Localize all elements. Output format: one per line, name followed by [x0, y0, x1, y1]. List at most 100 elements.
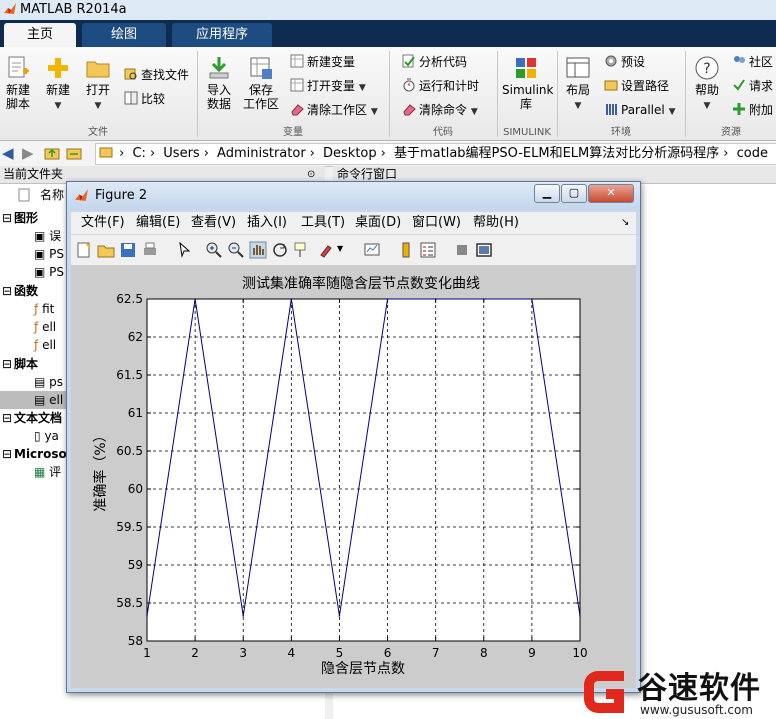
data-point [434, 298, 437, 300]
tab-home[interactable]: 主页 [4, 23, 76, 47]
tree-group-functions[interactable]: 函数 [14, 282, 38, 300]
import-data-button[interactable]: 导入 数据 [203, 55, 235, 111]
new-script-button[interactable]: 新建 脚本 [4, 55, 32, 111]
run-and-time-button[interactable]: 运行和计时 [402, 77, 479, 95]
tree-group-toggle[interactable]: ⊟ [2, 355, 12, 373]
link-plot-icon[interactable] [363, 241, 381, 259]
path-segment[interactable]: Desktop [323, 146, 377, 161]
simulink-library-button[interactable]: Simulink 库 [502, 55, 553, 111]
legend-icon[interactable] [419, 241, 437, 259]
menu-window[interactable]: 窗口(W) [412, 212, 461, 234]
layout-button[interactable]: 布局 ▼ [564, 55, 592, 113]
show-plot-tools-icon[interactable] [475, 241, 493, 259]
list-item[interactable]: ▣ PS [34, 263, 64, 281]
menu-tools[interactable]: 工具(T) [301, 212, 345, 234]
plot-svg[interactable]: 测试集准确率随隐含层节点数变化曲线 1 2 3 4 5 6 7 8 9 10 58 58.5 59 59… [71, 265, 636, 688]
menu-file[interactable]: 文件(F) [81, 212, 125, 234]
path-separator: › [723, 146, 729, 161]
help-button[interactable]: ? 帮助 ▼ [692, 55, 722, 113]
parallel-button[interactable]: Parallel ▼ [604, 101, 675, 119]
compare-label: 比较 [141, 92, 166, 106]
back-arrow-icon[interactable]: ◀ [2, 144, 14, 162]
hide-plot-tools-icon[interactable] [453, 241, 471, 259]
rotate-3d-icon[interactable] [271, 241, 289, 259]
data-point [146, 615, 148, 617]
find-files-button[interactable]: 查找文件 [124, 66, 189, 84]
request-support-button[interactable]: 请求 [732, 77, 773, 95]
chevron-down-icon[interactable]: ▼ [337, 244, 343, 253]
plot-axes-area[interactable] [146, 298, 581, 642]
open-file-icon[interactable] [97, 241, 115, 259]
list-item[interactable]: ▣ PS [34, 245, 64, 263]
new-button[interactable]: 新建 ▼ [44, 55, 72, 113]
preferences-button[interactable]: 预设 [604, 53, 645, 71]
browse-folder-icon[interactable] [66, 145, 82, 161]
data-point [290, 298, 293, 300]
list-item[interactable]: ▯ ya [34, 427, 59, 445]
figure-title-bar[interactable]: Figure 2 ▁ ▢ ✕ [67, 182, 640, 210]
minimize-button[interactable]: ▁ [534, 184, 560, 203]
tree-group-toggle[interactable]: ⊟ [2, 209, 12, 227]
tree-group-toggle[interactable]: ⊟ [2, 445, 12, 463]
tree-group-scripts[interactable]: 脚本 [14, 355, 38, 373]
up-folder-icon[interactable] [44, 145, 60, 161]
path-segment[interactable]: code [737, 146, 768, 161]
list-item[interactable]: ƒ ell [34, 336, 56, 354]
path-segment[interactable]: 基于matlab编程PSO-ELM和ELM算法对比分析源码程序 [394, 146, 719, 161]
path-segment[interactable]: Users [163, 146, 199, 161]
new-variable-button[interactable]: 新建变量 [290, 53, 355, 71]
menu-view[interactable]: 查看(V) [191, 212, 236, 234]
tree-group-figures[interactable]: 图形 [14, 209, 38, 227]
tree-group-microsoft[interactable]: Microso [14, 445, 67, 463]
analyze-code-button[interactable]: 分析代码 [402, 53, 467, 71]
pan-hand-icon[interactable] [249, 241, 267, 259]
figure-file-icon: ▣ [34, 229, 46, 243]
open-button[interactable]: 打开 ▼ [84, 55, 112, 113]
menu-edit[interactable]: 编辑(E) [136, 212, 180, 234]
text-file-icon: ▯ [34, 429, 41, 443]
list-item[interactable]: ▦ 评 [34, 463, 61, 481]
clear-commands-button[interactable]: 清除命令 ▼ [402, 101, 478, 119]
menu-desktop[interactable]: 桌面(D) [355, 212, 401, 234]
zoom-in-icon[interactable] [205, 241, 223, 259]
dock-arrow-icon[interactable]: ↘ [621, 212, 629, 234]
list-item[interactable]: ƒ fit [34, 300, 54, 318]
forward-arrow-icon[interactable]: ▶ [22, 144, 34, 162]
path-segment[interactable]: C: [132, 146, 145, 161]
tree-group-toggle[interactable]: ⊟ [2, 409, 12, 427]
tab-plots[interactable]: 绘图 [82, 23, 166, 47]
brush-icon[interactable] [317, 241, 335, 259]
data-point [194, 298, 196, 300]
new-figure-icon[interactable] [75, 241, 93, 259]
path-segment[interactable]: Administrator [217, 146, 306, 161]
list-item[interactable]: ▣ 误 [34, 227, 61, 245]
clear-workspace-button[interactable]: 清除工作区 ▼ [290, 101, 378, 119]
tab-apps[interactable]: 应用程序 [172, 23, 272, 47]
community-button[interactable]: 社区 [732, 53, 773, 71]
compare-button[interactable]: 比较 [124, 90, 165, 108]
maximize-button[interactable]: ▢ [561, 184, 587, 203]
list-item[interactable]: ▤ ps [34, 373, 63, 391]
add-ons-button[interactable]: 附加 [732, 101, 773, 119]
tree-group-toggle[interactable]: ⊟ [2, 282, 12, 300]
list-item-selected[interactable]: ▤ ell [0, 391, 68, 409]
menu-help[interactable]: 帮助(H) [473, 212, 519, 234]
menu-insert[interactable]: 插入(I) [247, 212, 287, 234]
print-icon[interactable] [141, 241, 159, 259]
close-button[interactable]: ✕ [588, 184, 634, 203]
colorbar-icon[interactable] [397, 241, 415, 259]
current-folder-path[interactable]: › C: › Users › Administrator › Desktop › 基于m… [95, 143, 776, 165]
set-path-button[interactable]: 设置路径 [604, 77, 669, 95]
list-item[interactable]: ƒ ell [34, 318, 56, 336]
figure-window[interactable]: Figure 2 ▁ ▢ ✕ 文件(F) 编辑(E) 查看(V) 插入(I) 工… [66, 181, 641, 693]
data-point [242, 615, 245, 617]
save-workspace-button[interactable]: 保存 工作区 [243, 55, 279, 111]
open-variable-button[interactable]: 打开变量 ▼ [290, 77, 366, 95]
name-column-header[interactable]: 名称 [40, 186, 64, 204]
save-icon[interactable] [119, 241, 137, 259]
zoom-out-icon[interactable] [227, 241, 245, 259]
figure-canvas[interactable]: 测试集准确率随隐含层节点数变化曲线 1 2 3 4 5 6 7 8 9 10 58 58.5 59 59… [71, 265, 636, 688]
tree-group-text-docs[interactable]: 文本文档 [14, 409, 62, 427]
data-cursor-icon[interactable] [293, 241, 311, 259]
edit-plot-arrow-icon[interactable] [175, 241, 193, 259]
